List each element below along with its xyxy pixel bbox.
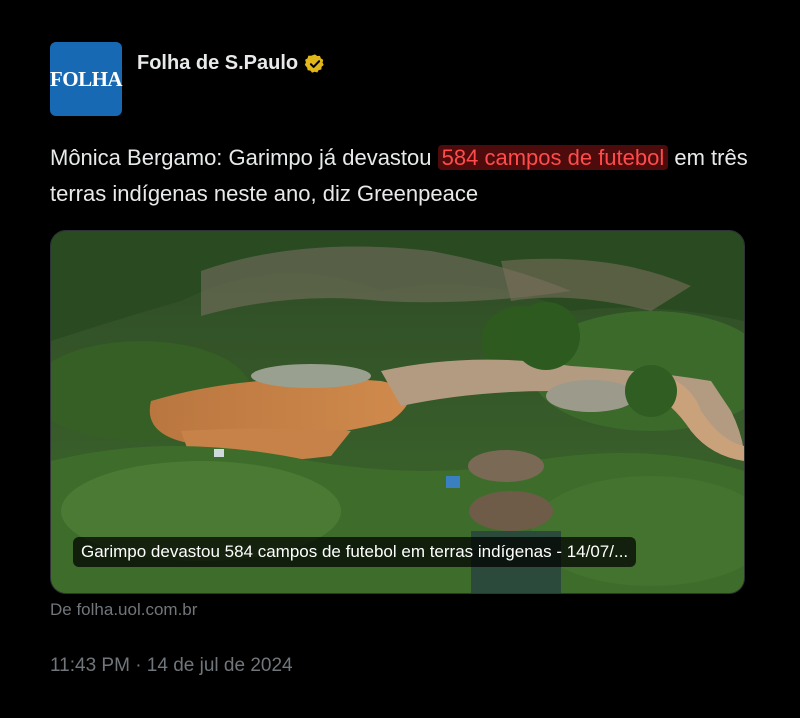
tweet-text-intro: Mônica Bergamo: Garimpo já devastou — [50, 145, 438, 170]
avatar-logo-text: FOLHA — [49, 66, 123, 91]
tweet-text: Mônica Bergamo: Garimpo já devastou 584 … — [50, 140, 750, 212]
source-link[interactable]: De folha.uol.com.br — [50, 600, 197, 620]
account-name[interactable]: Folha de S.Paulo — [137, 52, 298, 75]
verified-badge-icon — [304, 53, 324, 73]
timestamp[interactable]: 11:43 PM · 14 de jul de 2024 — [50, 655, 293, 677]
account-header: Folha de S.Paulo — [137, 52, 326, 75]
avatar[interactable]: FOLHA — [49, 42, 123, 116]
tweet-highlight: 584 campos de futebol — [437, 145, 669, 170]
link-card[interactable]: Garimpo devastou 584 campos de futebol e… — [50, 230, 745, 594]
card-caption: Garimpo devastou 584 campos de futebol e… — [73, 537, 637, 567]
